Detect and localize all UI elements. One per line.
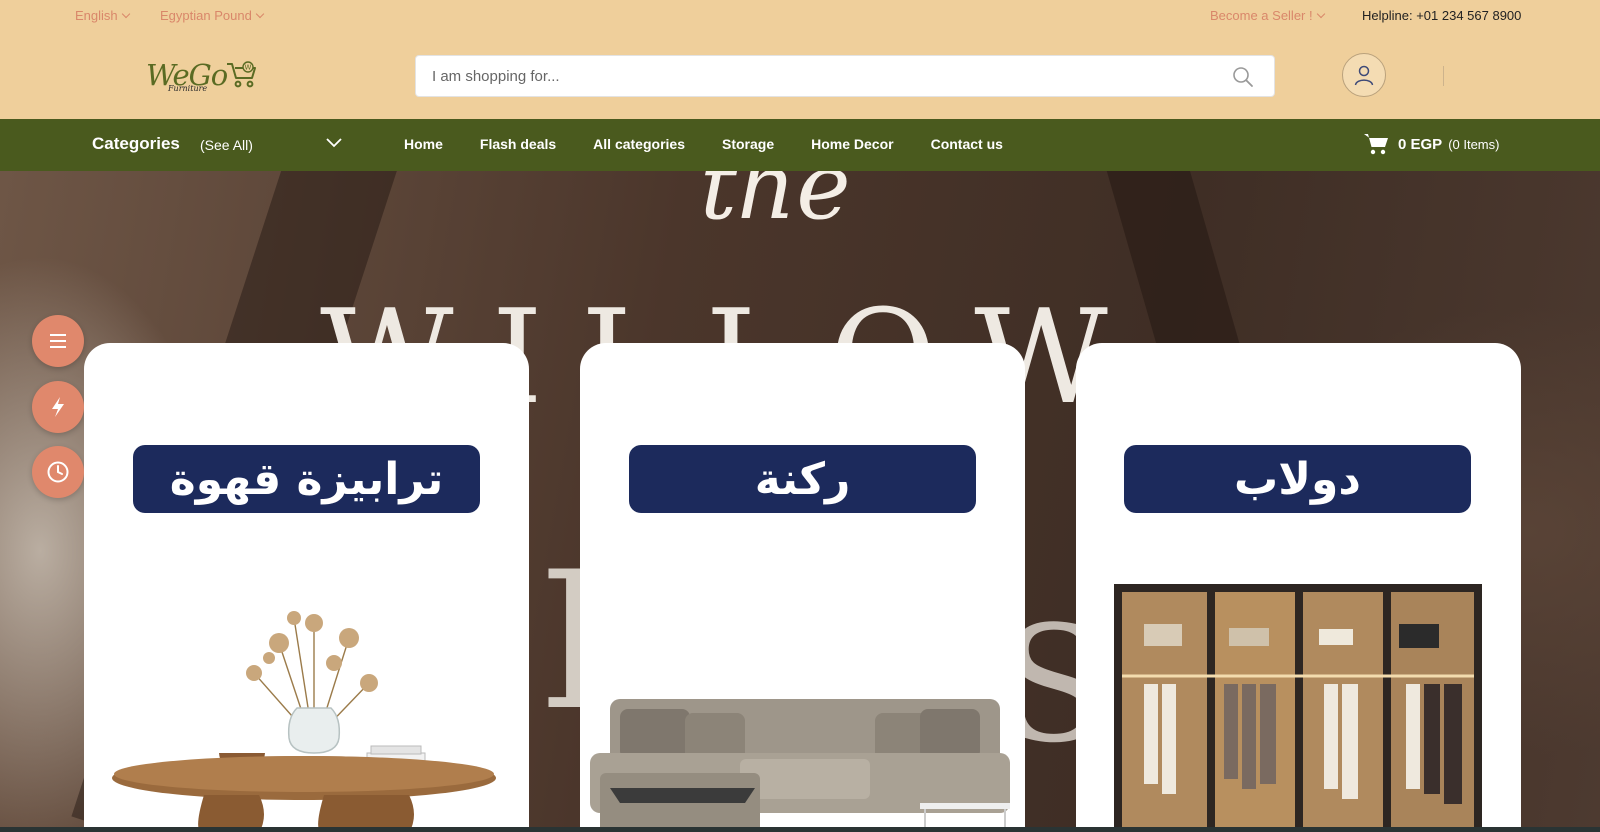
recently-viewed-button[interactable]: [32, 446, 84, 498]
search-input[interactable]: [432, 56, 1212, 96]
sofa-image: [590, 699, 1010, 832]
category-card-label: ركنة: [629, 445, 976, 513]
category-card-label: ترابيزة قهوة: [133, 445, 480, 513]
search-bar: [415, 55, 1275, 97]
flash-deals-button[interactable]: [32, 381, 84, 433]
cart-icon: [1364, 134, 1388, 155]
language-label: English: [75, 8, 118, 23]
currency-selector[interactable]: Egyptian Pound: [160, 8, 265, 23]
category-card-label: دولاب: [1124, 445, 1471, 513]
cart-item-count: (0 Items): [1448, 136, 1500, 152]
become-seller-link[interactable]: Become a Seller !: [1210, 8, 1325, 23]
chevron-down-icon: [121, 9, 130, 19]
nav-home[interactable]: Home: [404, 136, 443, 152]
clock-icon: [47, 461, 69, 483]
category-card-coffee-table[interactable]: ترابيزة قهوة: [84, 343, 529, 832]
wardrobe-image: [1114, 584, 1482, 832]
top-utility-bar: English Egyptian Pound Become a Seller !…: [0, 0, 1600, 30]
nav-flash-deals[interactable]: Flash deals: [480, 136, 556, 152]
account-button[interactable]: [1342, 53, 1386, 97]
see-all-categories-link[interactable]: (See All): [200, 137, 253, 153]
header-divider: [1443, 66, 1444, 86]
menu-icon: [50, 334, 66, 348]
nav-links: Home Flash deals All categories Storage …: [404, 136, 1003, 152]
coffee-table-image: [112, 611, 496, 832]
site-header: WeGo Furniture W: [0, 30, 1600, 119]
become-seller-label: Become a Seller !: [1210, 8, 1313, 23]
category-card-wardrobe[interactable]: دولاب: [1076, 343, 1521, 832]
cart-button[interactable]: 0 EGP (0 Items): [1363, 132, 1499, 156]
nav-contact-us[interactable]: Contact us: [931, 136, 1003, 152]
main-navigation: Categories (See All) Home Flash deals Al…: [0, 119, 1600, 171]
search-icon[interactable]: [1232, 66, 1254, 88]
category-card-sofa[interactable]: ركنة: [580, 343, 1025, 832]
page-bottom-edge: [0, 827, 1600, 832]
language-selector[interactable]: English: [75, 8, 130, 23]
logo-subtitle: Furniture: [168, 84, 208, 93]
cart-total: 0 EGP: [1398, 135, 1443, 153]
chevron-down-icon[interactable]: [325, 133, 343, 151]
user-icon: [1354, 65, 1374, 86]
nav-home-decor[interactable]: Home Decor: [811, 136, 893, 152]
svg-text:W: W: [245, 64, 252, 72]
categories-label: Categories: [92, 134, 180, 153]
nav-all-categories[interactable]: All categories: [593, 136, 685, 152]
nav-storage[interactable]: Storage: [722, 136, 774, 152]
hero-script-word: the: [700, 171, 851, 240]
chevron-down-icon: [255, 9, 265, 19]
wego-logo[interactable]: WeGo Furniture W: [146, 56, 262, 96]
lightning-icon: [52, 397, 64, 417]
logo-cart-icon: W: [227, 61, 256, 88]
menu-button[interactable]: [32, 315, 84, 367]
currency-label: Egyptian Pound: [160, 8, 252, 23]
helpline-text: Helpline: +01 234 567 8900: [1362, 8, 1522, 23]
chevron-down-icon: [1316, 9, 1325, 19]
